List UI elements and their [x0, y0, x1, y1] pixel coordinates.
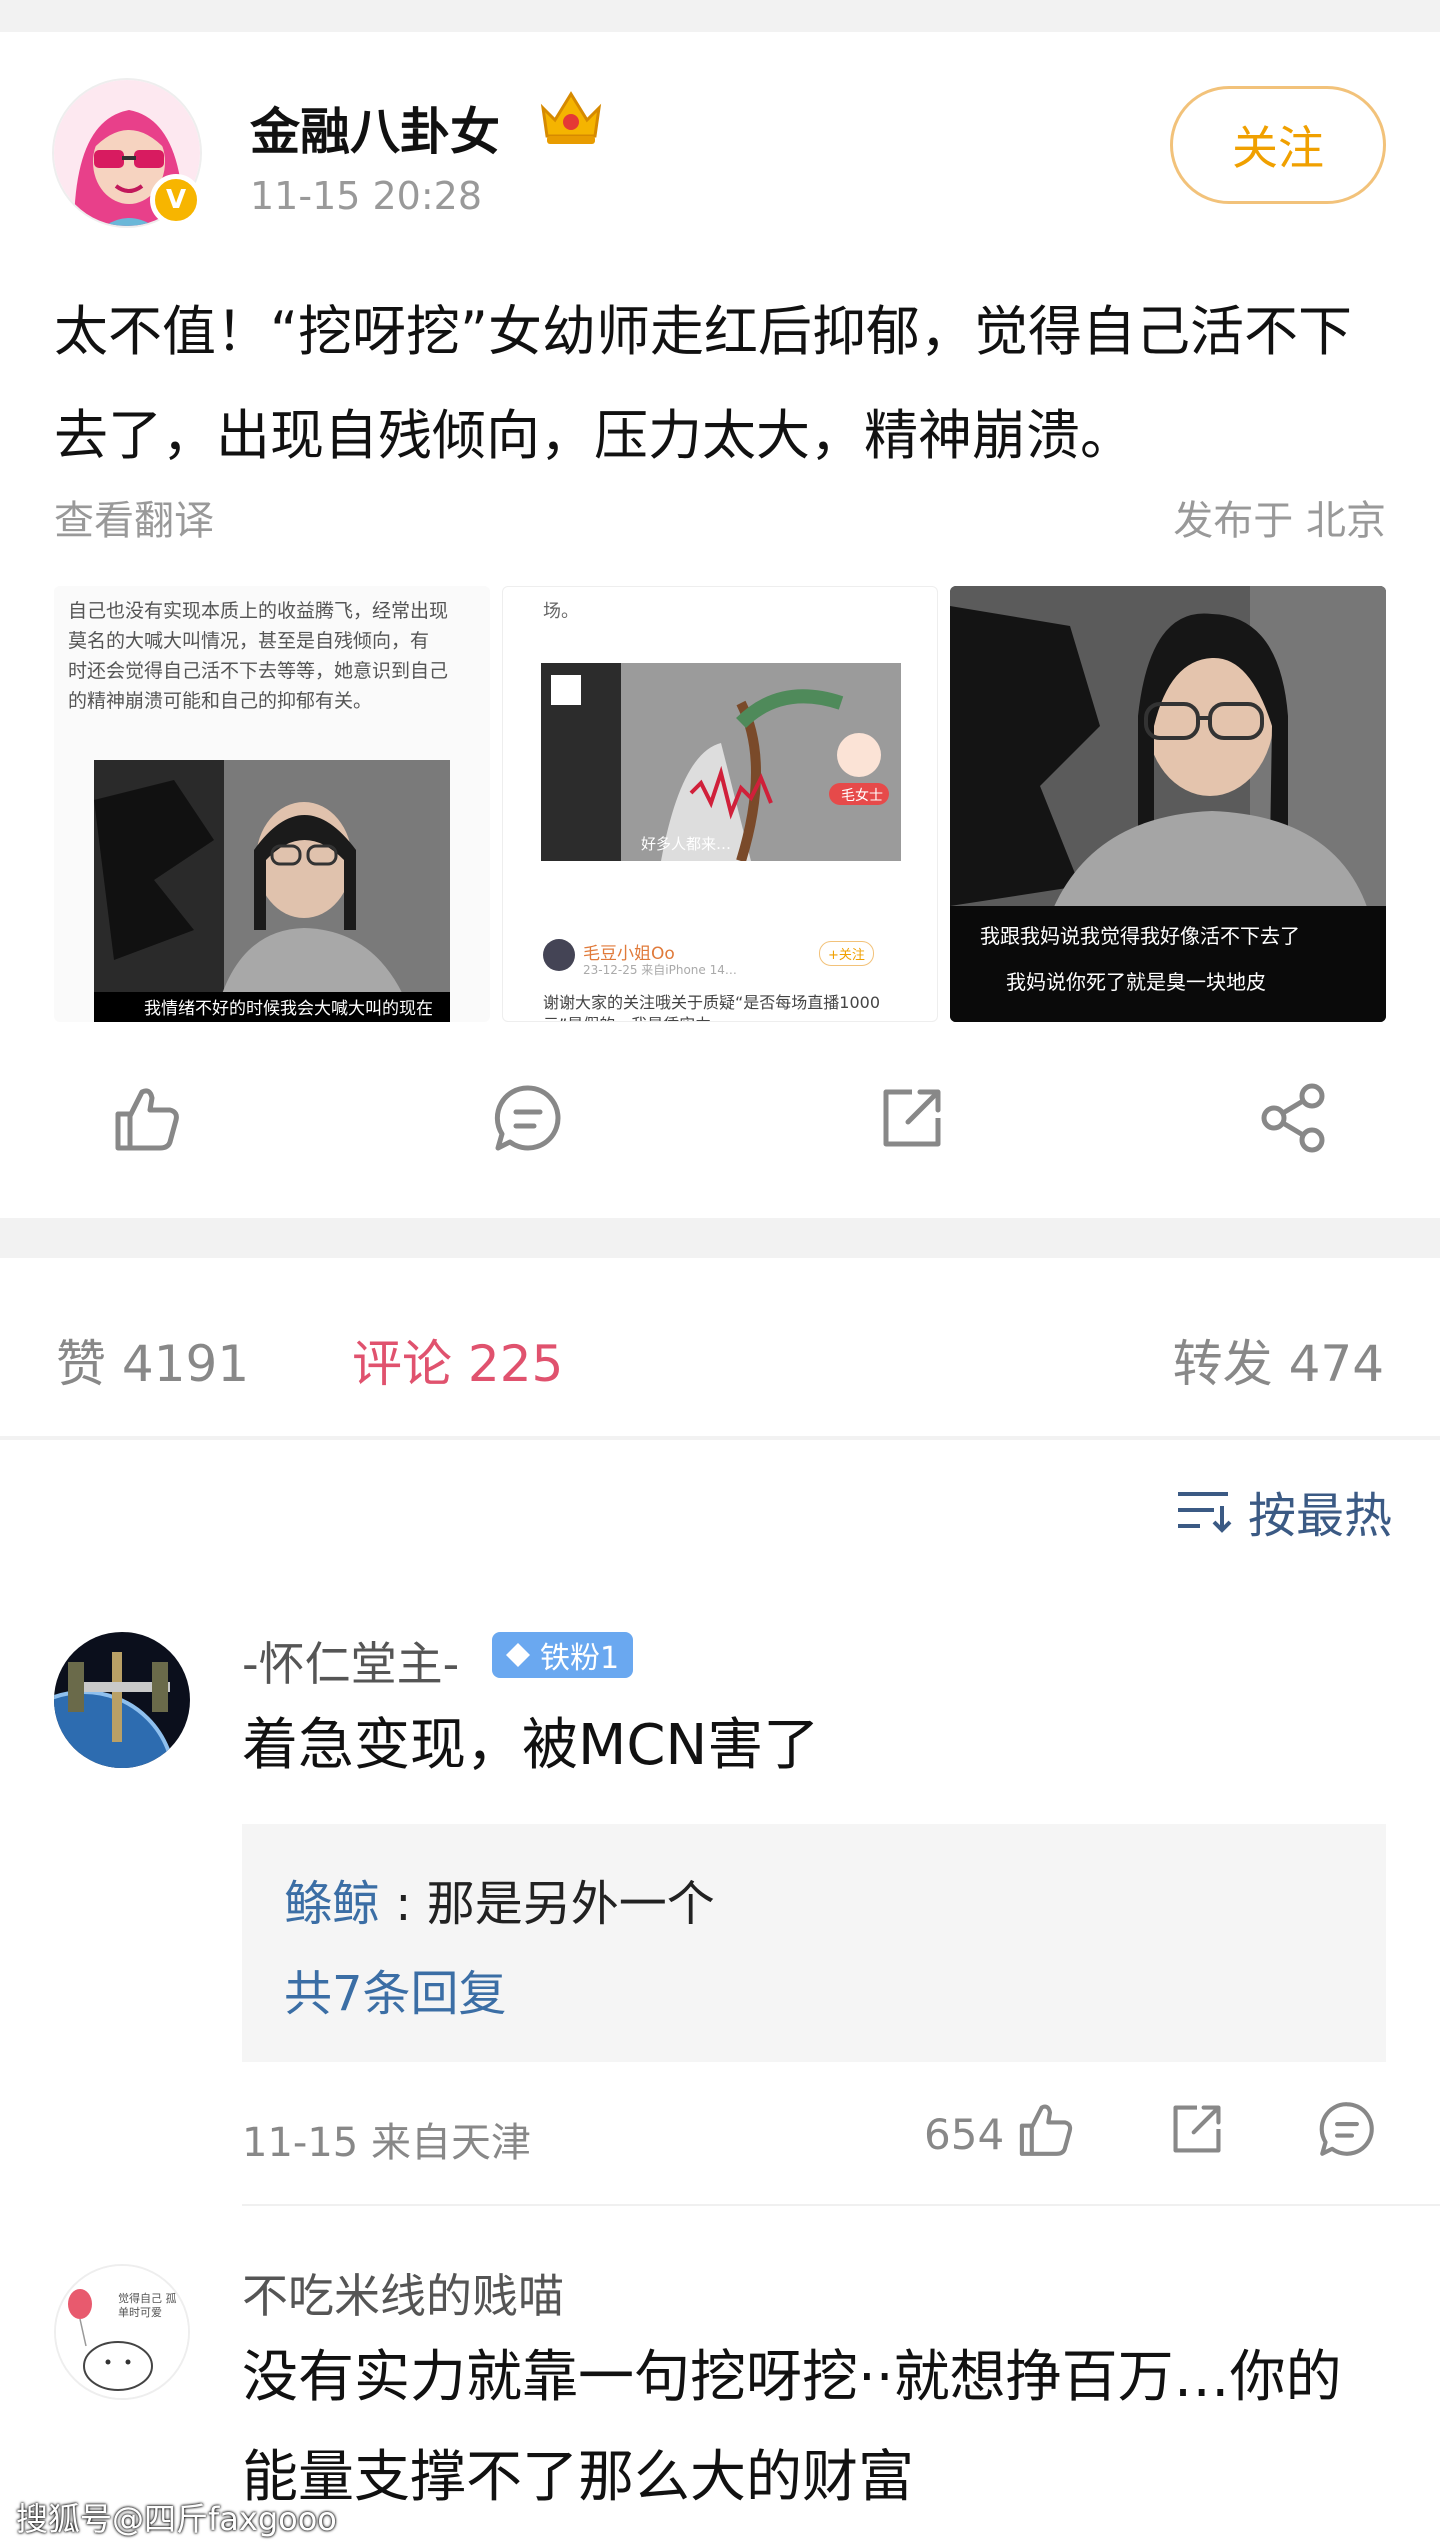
top-divider	[0, 0, 1440, 32]
diamond-icon	[506, 1643, 530, 1667]
reply-author[interactable]: 鲦鲸	[284, 1876, 380, 1932]
watermark: 搜狐号@四斤faxgooo	[16, 2500, 337, 2538]
image-2-top-text: 场。	[543, 601, 579, 622]
post-time: 11-15 20:28	[250, 174, 483, 218]
image-1-text-line: 莫名的大喊大叫情况，甚至是自残倾向，有	[68, 630, 430, 652]
comment-text-line: 没有实力就靠一句挖呀挖··就想挣百万…你的	[242, 2345, 1342, 2410]
post-location: 发布于 北京	[1173, 498, 1386, 544]
post-image-3[interactable]: 我跟我妈说我觉得我好像活不下去了 我妈说你死了就是臭一块地皮	[950, 586, 1386, 1022]
repost-icon[interactable]	[872, 1078, 952, 1158]
image-1-text-line: 的精神崩溃可能和自己的抑郁有关。	[68, 690, 373, 712]
image-2-video: 毛女士 好多人都来…	[541, 663, 901, 861]
image-2-body-line: 元”是假的，我是凭实力…	[543, 1011, 727, 1021]
author-name[interactable]: 金融八卦女	[250, 92, 500, 164]
comment-text-line: 能量支撑不了那么大的财富	[242, 2445, 914, 2510]
image-2-account-meta: 23-12-25 来自iPhone 14…	[583, 963, 737, 977]
commenter-name[interactable]: 不吃米线的贱喵	[242, 2260, 564, 2326]
reply-line: 鲦鲸 : 那是另外一个	[284, 1864, 715, 1934]
comment-meta: 11-15 来自天津	[242, 2120, 531, 2166]
comment-repost-icon[interactable]	[1164, 2096, 1230, 2162]
image-3-caption-1: 我跟我妈说我觉得我好像活不下去了	[980, 924, 1300, 948]
image-2-chip: 毛女士	[841, 788, 883, 804]
reply-preview[interactable]: 鲦鲸 : 那是另外一个 共7条回复	[242, 1824, 1386, 2062]
view-replies-link[interactable]: 共7条回复	[284, 1954, 507, 2024]
translate-link[interactable]: 查看翻译	[54, 488, 214, 546]
comment-divider	[242, 2204, 1440, 2206]
fan-badge: 铁粉1	[492, 1632, 634, 1678]
post-image-1[interactable]: 自己也没有实现本质上的收益腾飞，经常出现 莫名的大喊大叫情况，甚至是自残倾向，有…	[54, 586, 490, 1022]
image-1-text-line: 自己也没有实现本质上的收益腾飞，经常出现	[68, 600, 449, 622]
stats-divider	[0, 1436, 1440, 1440]
image-3-photo	[950, 586, 1386, 1022]
fan-badge-label: 铁粉1	[540, 1641, 620, 1676]
comment-icon[interactable]	[488, 1078, 568, 1158]
commenter-name[interactable]: -怀仁堂主-	[242, 1628, 459, 1694]
verified-badge: V	[150, 174, 202, 226]
sort-button[interactable]: 按最热	[1174, 1476, 1392, 1546]
comment-reply-icon[interactable]	[1314, 2096, 1380, 2162]
sort-icon	[1177, 1492, 1232, 1533]
image-1-photo: 我情绪不好的时候我会大喊大叫的现在	[94, 760, 450, 1022]
sort-label: 按最热	[1247, 1488, 1392, 1544]
comment-text: 着急变现，被MCN害了	[242, 1713, 820, 1778]
image-2-video-caption: 好多人都来…	[641, 835, 732, 853]
comment-like-count: 654	[924, 2110, 1005, 2159]
tab-reposts[interactable]: 转发 474	[1173, 1324, 1384, 1396]
image-1-text-line: 时还会觉得自己活不下去等等，她意识到自己	[68, 660, 449, 682]
image-1-caption: 我情绪不好的时候我会大喊大叫的现在	[144, 999, 433, 1019]
image-2-body-line: 谢谢大家的关注哦关于质疑“是否每场直播1000	[543, 993, 881, 1012]
tab-comments[interactable]: 评论 225	[352, 1324, 563, 1396]
section-divider	[0, 1218, 1440, 1258]
post-text: 太不值！“挖呀挖”女幼师走红后抑郁，觉得自己活不下去了，出现自残倾向，压力太大，…	[54, 300, 1352, 467]
crown-icon	[540, 91, 602, 144]
commenter-avatar[interactable]: 觉得自己 孤单时可爱	[54, 2264, 190, 2400]
commenter-avatar[interactable]	[54, 1632, 190, 1768]
avatar-text: 觉得自己 孤单时可爱	[118, 2292, 177, 2319]
tab-likes[interactable]: 赞 4191	[56, 1324, 249, 1396]
reply-text: : 那是另外一个	[380, 1876, 715, 1932]
follow-button[interactable]: 关注	[1170, 86, 1386, 204]
thumbs-up-icon[interactable]	[106, 1078, 186, 1158]
comment-like-icon[interactable]	[1012, 2096, 1078, 2162]
share-icon[interactable]	[1254, 1078, 1334, 1158]
image-3-caption-2: 我妈说你死了就是臭一块地皮	[1006, 970, 1266, 994]
stats-tabs: 赞 4191 评论 225 转发 474	[0, 1306, 1440, 1396]
image-2-follow-chip: +关注	[819, 941, 874, 966]
image-2-account-avatar	[543, 939, 575, 971]
post-image-2[interactable]: 场。 毛女士 好多人都来… 毛豆小姐Oo 23-12-25 来自iPhone 1…	[502, 586, 938, 1022]
